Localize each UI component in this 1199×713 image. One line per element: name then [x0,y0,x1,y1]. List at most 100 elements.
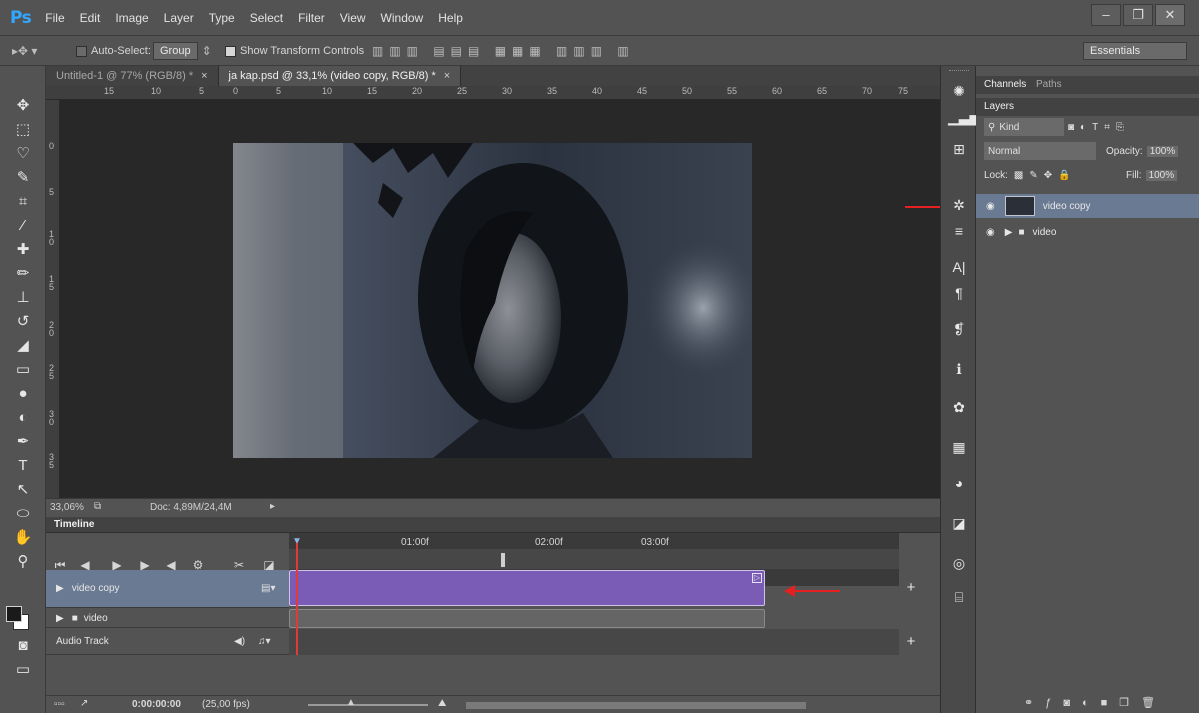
show-transform-checkbox[interactable]: Show Transform Controls [225,42,364,60]
history-brush-icon[interactable]: ↺ [12,312,34,332]
tab-close-icon[interactable]: × [444,70,450,82]
audio-volume-icon[interactable]: ◀) [234,636,245,647]
clip-options-icon[interactable]: ▷ [752,573,762,583]
screen-mode-icon[interactable]: ▭ [12,660,34,680]
brush-tool-icon[interactable]: ✏ [12,264,34,284]
character-icon[interactable]: A| [948,256,970,278]
actions-icon[interactable]: ◪ [948,512,970,534]
dock-grip[interactable] [949,70,969,72]
add-audio-plus-icon[interactable]: + [899,633,923,650]
tab-paths[interactable]: Paths [1036,79,1062,90]
zoom-slider-track[interactable] [308,704,428,706]
timeline-scrollbar[interactable] [466,702,806,709]
workspace-dropdown[interactable]: Essentials [1083,42,1187,60]
lasso-tool-icon[interactable]: ♡ [12,144,34,164]
glyphs-icon[interactable]: ❡ [948,318,970,340]
expand-arrow-icon[interactable]: ▶ [1005,227,1013,238]
document-image[interactable] [233,143,752,458]
blend-mode-dropdown[interactable]: Normal [984,142,1096,160]
type-tool-icon[interactable]: T [12,456,34,476]
menu-file[interactable]: File [45,11,64,25]
opacity-value[interactable]: 100% [1146,145,1179,157]
work-area-bar[interactable] [289,549,899,569]
info-icon[interactable]: ℹ [948,358,970,380]
shape-tool-icon[interactable]: ⬭ [12,504,34,524]
hand-tool-icon[interactable]: ✋ [12,528,34,548]
tab-close-icon[interactable]: × [201,70,207,82]
auto-select-dropdown[interactable]: Group ⇕ [153,42,212,60]
styles-icon[interactable]: ◕ [948,472,970,494]
menu-help[interactable]: Help [438,11,463,25]
dodge-tool-icon[interactable]: ◐ [12,408,34,428]
layer-filter-icons[interactable]: ◙◐T⌗⎘ [1068,118,1130,136]
quick-mask-icon[interactable]: ◙ [12,636,34,656]
layer-row-video[interactable]: ◉ ▶ ■ video [976,220,1199,244]
video-group-bar[interactable] [289,609,765,628]
restore-button[interactable]: ❐ [1123,4,1153,26]
tab-layers[interactable]: Layers [984,101,1014,112]
music-note-icon[interactable]: ♫▾ [258,636,271,647]
foreground-color-swatch[interactable] [6,606,22,622]
tab-untitled-1[interactable]: Untitled-1 @ 77% (RGB/8) * × [46,66,219,86]
minimize-button[interactable]: – [1091,4,1121,26]
expand-arrow-icon[interactable]: ▶ [56,613,64,624]
pen-tool-icon[interactable]: ✒ [12,432,34,452]
eyedropper-tool-icon[interactable]: ⁄ [12,216,34,236]
paragraph-icon[interactable]: ¶ [948,282,970,304]
zoom-in-icon[interactable]: ⛰ [438,698,446,709]
layer-row-video-copy[interactable]: ◉ video copy [976,194,1199,218]
move-tool-icon[interactable]: ✥ [12,96,34,116]
menu-edit[interactable]: Edit [80,11,101,25]
blur-tool-icon[interactable]: ● [12,384,34,404]
history-icon[interactable]: ⊞ [948,138,970,160]
menu-view[interactable]: View [340,11,366,25]
status-menu-arrow-icon[interactable]: ▸ [270,501,275,512]
brush-presets-icon[interactable]: ✿ [948,396,970,418]
eraser-tool-icon[interactable]: ◢ [12,336,34,356]
adjustments-icon[interactable]: ≡ [948,220,970,242]
stamp-tool-icon[interactable]: ⊥ [12,288,34,308]
audio-track-area[interactable] [289,629,899,655]
tab-channels[interactable]: Channels [984,79,1026,90]
histogram-icon[interactable]: ▁▃▅ [948,106,980,128]
quick-select-tool-icon[interactable]: ✎ [12,168,34,188]
auto-select-checkbox[interactable]: Auto-Select: [76,42,151,60]
work-area-end-handle[interactable] [501,553,505,567]
convert-icon[interactable]: ↗ [80,698,88,709]
filter-kind-dropdown[interactable]: ⚲ Kind [984,118,1064,136]
visibility-eye-icon[interactable]: ◉ [986,201,995,212]
lock-icons[interactable]: ▩✎✥🔒 [1014,170,1077,181]
align-buttons[interactable]: ▥▥▥ ▤▤▤ ▦▦▦ ▥▥▥ ▥ [372,42,635,60]
expand-arrow-icon[interactable]: ▶ [56,583,64,594]
track-audio[interactable]: Audio Track ◀) ♫▾ [46,629,289,655]
video-copy-clip[interactable]: ▷ [289,570,765,606]
path-select-tool-icon[interactable]: ↖ [12,480,34,500]
visibility-eye-icon[interactable]: ◉ [986,227,995,238]
marquee-tool-icon[interactable]: ⬚ [12,120,34,140]
menu-image[interactable]: Image [115,11,148,25]
crop-tool-icon[interactable]: ⌗ [12,192,34,212]
menu-window[interactable]: Window [381,11,424,25]
menu-type[interactable]: Type [209,11,235,25]
menu-select[interactable]: Select [250,11,283,25]
move-tool-preset[interactable]: ▸✥ ▾ [12,42,37,60]
tab-ja-kap[interactable]: ja kap.psd @ 33,1% (video copy, RGB/8) *… [218,66,462,86]
zoom-level[interactable]: 33,06% [50,502,84,513]
3d-icon[interactable]: ◎ [948,552,970,574]
healing-tool-icon[interactable]: ✚ [12,240,34,260]
menu-layer[interactable]: Layer [164,11,194,25]
track-video-group[interactable]: ▶ ■ video [46,609,289,628]
swatches-icon[interactable]: ▦ [948,436,970,458]
timeline-tab[interactable]: Timeline [54,519,94,530]
timeline-dock-icon[interactable]: ✲ [948,194,970,216]
zoom-tool-icon[interactable]: ⚲ [12,552,34,572]
playhead[interactable] [296,543,298,655]
properties-icon[interactable]: ⌸ [948,586,970,608]
track-video-copy[interactable]: ▶ video copy ▤▾ [46,570,289,608]
zoom-slider-thumb[interactable]: ▲ [346,697,356,708]
navigator-icon[interactable]: ✺ [948,80,970,102]
add-media-plus-icon[interactable]: + [899,579,923,596]
timeline-view-icon[interactable]: ▫▫▫ [54,699,65,710]
close-button[interactable]: ✕ [1155,4,1185,26]
gradient-tool-icon[interactable]: ▭ [12,360,34,380]
